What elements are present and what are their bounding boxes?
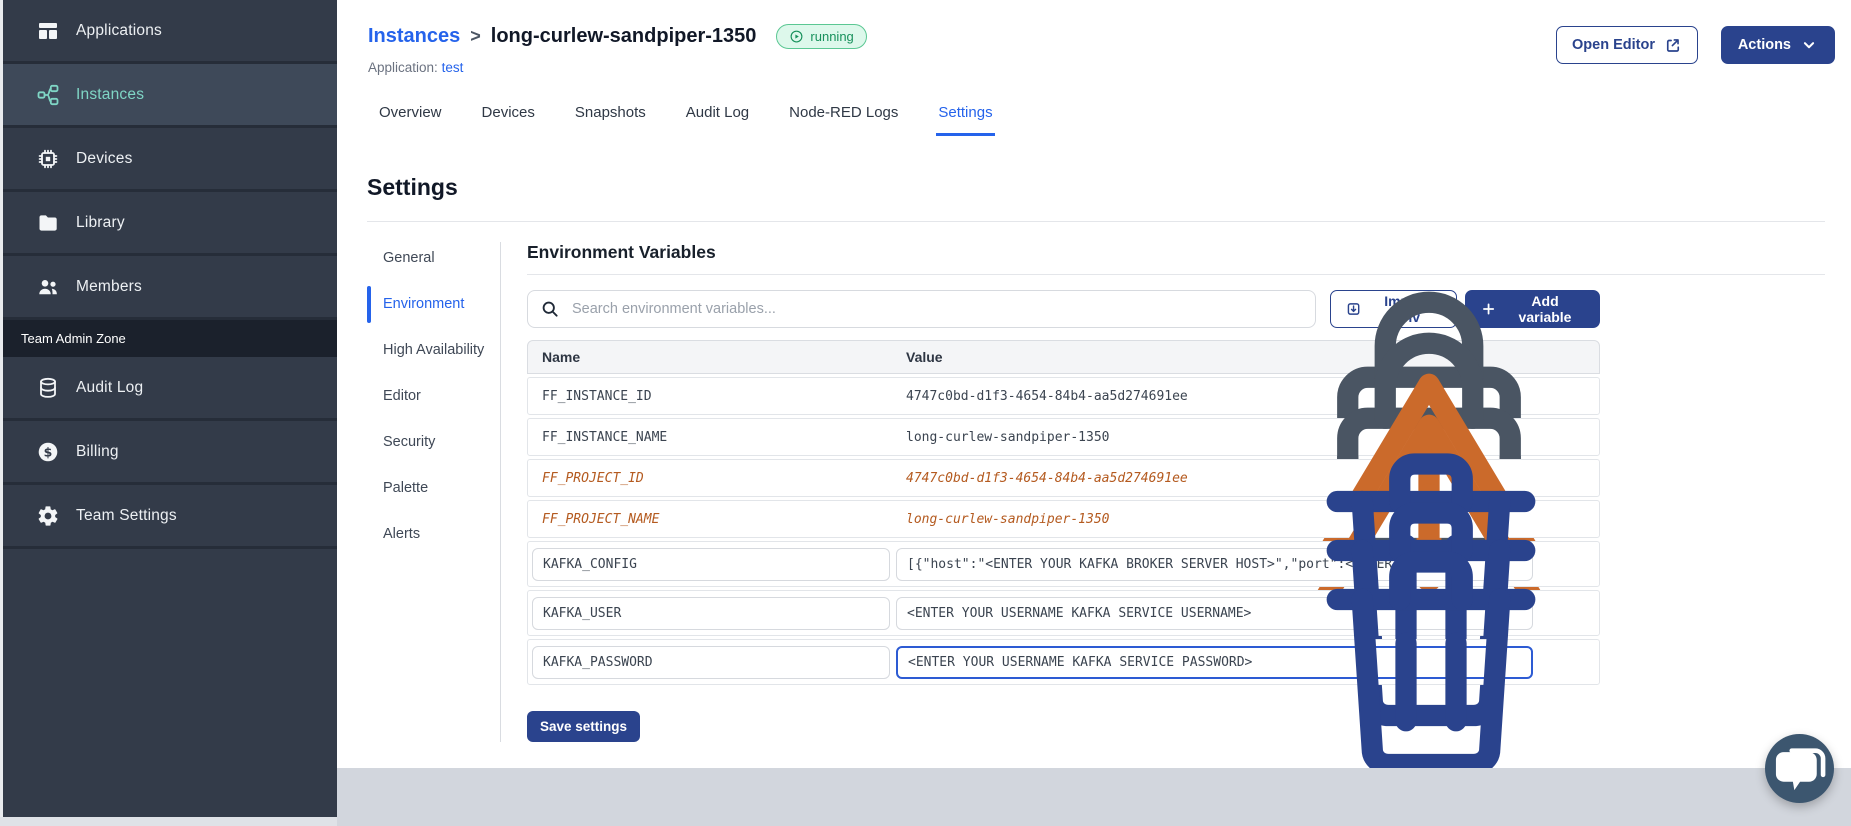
breadcrumb-instances-link[interactable]: Instances — [368, 25, 460, 48]
sidebar-item-label: Members — [76, 277, 142, 295]
chat-launcher-button[interactable] — [1765, 734, 1834, 803]
sidebar-item-label: Instances — [76, 85, 145, 103]
open-editor-label: Open Editor — [1572, 37, 1655, 53]
env-table-row — [527, 551, 1600, 776]
sidebar-item-team-settings[interactable]: Team Settings — [0, 485, 337, 549]
column-header-value: Value — [906, 349, 943, 365]
env-name-cell: FF_PROJECT_NAME — [542, 511, 660, 527]
env-name-input[interactable] — [532, 547, 890, 581]
audit-log-icon — [36, 376, 60, 400]
settings-title-divider — [367, 221, 1825, 222]
actions-label: Actions — [1737, 37, 1791, 53]
devices-icon — [36, 147, 60, 171]
window-left-edge — [0, 0, 3, 817]
environment-section-title: Environment Variables — [527, 242, 1825, 275]
env-value-cell: long-curlew-sandpiper-1350 — [906, 429, 1110, 445]
open-editor-button[interactable]: Open Editor — [1556, 26, 1698, 64]
external-link-icon — [1664, 36, 1682, 54]
settings-page-title: Settings — [367, 174, 458, 200]
env-name-input[interactable] — [532, 596, 890, 630]
instances-icon — [36, 83, 60, 107]
search-icon — [540, 299, 560, 319]
sidebar-footer-strip — [0, 817, 337, 826]
trash-icon — [1281, 512, 1581, 812]
applications-icon — [36, 19, 60, 43]
settings-nav-editor[interactable]: Editor — [367, 386, 491, 407]
application-line: Application: test — [368, 60, 463, 75]
tab-overview[interactable]: Overview — [377, 94, 444, 136]
breadcrumb: Instances > long-curlew-sandpiper-1350 r… — [368, 24, 867, 49]
env-name-cell: FF_PROJECT_ID — [542, 470, 644, 486]
sidebar-item-applications[interactable]: Applications — [0, 0, 337, 64]
page-title-instance-name: long-curlew-sandpiper-1350 — [490, 25, 757, 47]
tab-audit-log[interactable]: Audit Log — [684, 94, 751, 136]
library-icon — [36, 211, 60, 235]
sidebar-item-label: Audit Log — [76, 378, 144, 396]
chevron-down-icon — [1800, 36, 1818, 54]
sidebar-section-label: Team Admin Zone — [0, 320, 337, 357]
status-badge-label: running — [810, 29, 854, 44]
sidebar-item-label: Applications — [76, 21, 162, 39]
env-value-cell: 4747c0bd-d1f3-4654-84b4-aa5d274691ee — [906, 388, 1188, 404]
sidebar-admin-nav: Audit Log $ Billing Team Settings — [0, 357, 337, 549]
instance-tabs: Overview Devices Snapshots Audit Log Node-RE… — [377, 94, 995, 136]
settings-nav-environment[interactable]: Environment — [367, 286, 491, 323]
table-body: FF_INSTANCE_ID 4747c0bd-d1f3-4654-84b4-aa… — [527, 291, 1600, 776]
settings-side-nav: General Environment High Availability Edito… — [367, 242, 501, 742]
sidebar-item-label: Billing — [76, 442, 119, 460]
column-header-name: Name — [542, 349, 581, 365]
sidebar-item-label: Team Settings — [76, 506, 177, 524]
play-circle-icon — [789, 29, 804, 44]
sidebar-item-label: Devices — [76, 149, 133, 167]
env-name-cell: FF_INSTANCE_ID — [542, 388, 652, 404]
sidebar-item-library[interactable]: Library — [0, 192, 337, 256]
environment-pane: Environment Variables Import .env Add va… — [527, 242, 1825, 776]
main-content: Instances > long-curlew-sandpiper-1350 r… — [337, 0, 1851, 776]
tab-node-red-logs[interactable]: Node-RED Logs — [787, 94, 900, 136]
sidebar-main-nav: Applications Instances Devices Library Membe… — [0, 0, 337, 320]
sidebar-item-billing[interactable]: $ Billing — [0, 421, 337, 485]
settings-nav-general[interactable]: General — [367, 248, 491, 269]
tab-devices[interactable]: Devices — [480, 94, 537, 136]
search-box — [527, 290, 1316, 328]
env-name-input[interactable] — [532, 645, 890, 679]
sidebar-item-devices[interactable]: Devices — [0, 128, 337, 192]
team-settings-icon — [36, 504, 60, 528]
env-value-cell: 4747c0bd-d1f3-4654-84b4-aa5d274691ee — [906, 470, 1188, 486]
env-value-cell: long-curlew-sandpiper-1350 — [906, 511, 1110, 527]
chat-bubbles-icon — [1765, 734, 1834, 803]
breadcrumb-separator: > — [470, 26, 481, 46]
settings-layout: General Environment High Availability Edito… — [367, 242, 1825, 776]
status-badge: running — [776, 24, 867, 49]
svg-text:$: $ — [44, 444, 53, 459]
settings-nav-high-availability[interactable]: High Availability — [367, 340, 491, 361]
application-link[interactable]: test — [442, 60, 464, 75]
tab-settings[interactable]: Settings — [936, 94, 995, 136]
members-icon — [36, 275, 60, 299]
search-input[interactable] — [527, 290, 1316, 328]
billing-icon: $ — [36, 440, 60, 464]
sidebar: Applications Instances Devices Library Membe… — [0, 0, 337, 817]
sidebar-item-label: Library — [76, 213, 125, 231]
application-label: Application: — [368, 60, 438, 75]
actions-button[interactable]: Actions — [1720, 26, 1835, 64]
settings-nav-security[interactable]: Security — [367, 432, 491, 453]
settings-nav-alerts[interactable]: Alerts — [367, 524, 491, 545]
tab-snapshots[interactable]: Snapshots — [573, 94, 648, 136]
env-name-cell: FF_INSTANCE_NAME — [542, 429, 668, 445]
settings-nav-palette[interactable]: Palette — [367, 478, 491, 499]
env-variables-table: Name Value FF_INSTANCE_ID 4747c0bd-d1f3-4… — [527, 291, 1600, 776]
save-settings-button[interactable]: Save settings — [527, 711, 641, 742]
sidebar-item-audit-log[interactable]: Audit Log — [0, 357, 337, 421]
sidebar-item-members[interactable]: Members — [0, 256, 337, 320]
sidebar-item-instances[interactable]: Instances — [0, 64, 337, 128]
